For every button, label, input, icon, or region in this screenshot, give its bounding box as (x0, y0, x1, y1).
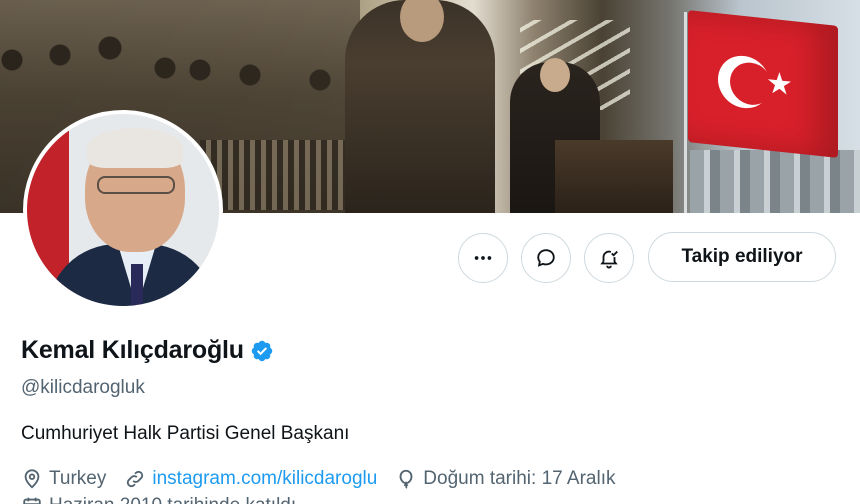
profile-name-row: Kemal Kılıçdaroğlu (21, 336, 274, 365)
meta-location: Turkey (21, 468, 106, 490)
location-pin-icon (24, 469, 40, 489)
banner-city (690, 150, 860, 213)
more-horizontal-icon (474, 256, 492, 260)
location-text: Turkey (49, 468, 107, 489)
banner-figure (345, 0, 495, 213)
meta-website: instagram.com/kilicdaroglu (124, 468, 377, 490)
joined-text: Haziran 2010 tarihinde katıldı (49, 495, 296, 504)
message-icon (537, 249, 555, 267)
notify-button[interactable] (584, 233, 634, 283)
profile-meta: Turkey instagram.com/kilicdaroglu Doğum … (21, 468, 634, 490)
meta-birthday: Doğum tarihi: 17 Aralık (395, 468, 616, 490)
verified-badge-icon[interactable] (250, 339, 274, 363)
balloon-icon (399, 469, 413, 489)
more-button[interactable] (458, 233, 508, 283)
following-button[interactable]: Takip ediliyor (648, 232, 836, 282)
avatar[interactable] (23, 110, 223, 310)
profile-handle: @kilicdarogluk (21, 377, 145, 398)
birthday-text: Doğum tarihi: 17 Aralık (423, 468, 616, 489)
website-link[interactable]: instagram.com/kilicdaroglu (152, 468, 377, 490)
message-button[interactable] (521, 233, 571, 283)
bell-check-icon (600, 250, 618, 269)
profile-name: Kemal Kılıçdaroğlu (21, 336, 244, 364)
profile-bio: Cumhuriyet Halk Partisi Genel Başkanı (21, 423, 350, 444)
turkish-flag: ★ (688, 10, 838, 158)
link-icon (127, 470, 144, 488)
meta-joined: Haziran 2010 tarihinde katıldı (21, 495, 296, 504)
banner-podium (555, 140, 673, 213)
calendar-icon (23, 497, 41, 504)
banner-audience (200, 140, 360, 210)
flag-pole (684, 12, 687, 213)
